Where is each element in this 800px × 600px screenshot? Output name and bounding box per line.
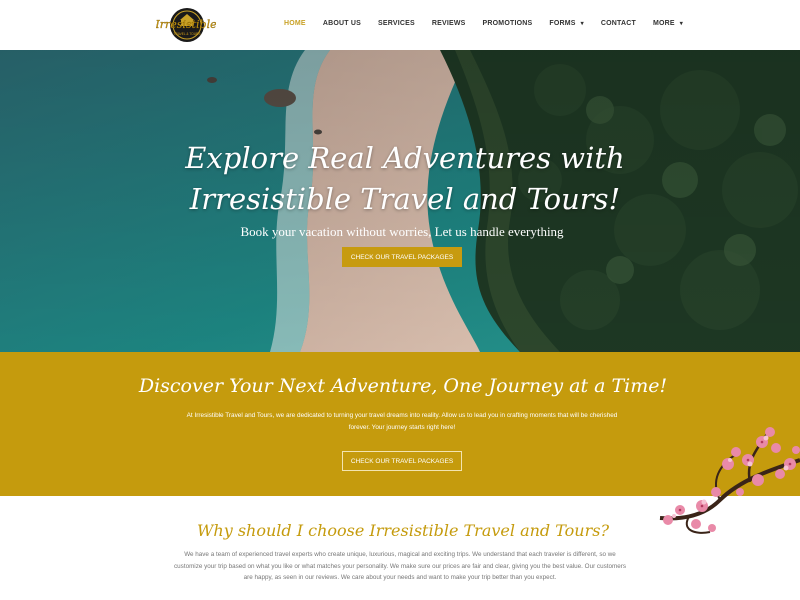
nav-item-label: HOME — [284, 19, 306, 27]
nav-item-label: CONTACT — [600, 19, 636, 27]
nav-item-label: REVIEWS — [431, 19, 466, 27]
nav-item-about-us[interactable]: ABOUT US — [323, 20, 361, 27]
hero-title: Explore Real Adventures with Irresistibl… — [0, 138, 800, 220]
hero-travel-packages-button[interactable]: CHECK OUR TRAVEL PACKAGES — [342, 247, 462, 267]
nav-item-forms[interactable]: FORMS ▾ — [549, 20, 584, 27]
site-header: Irresistible TRAVEL & TOURS HOME ABOUT U… — [0, 0, 800, 50]
nav-item-more[interactable]: MORE ▾ — [653, 20, 683, 27]
nav-item-reviews[interactable]: REVIEWS — [432, 20, 466, 27]
nav-item-home[interactable]: HOME — [284, 20, 306, 27]
caret-down-icon: ▾ — [580, 20, 584, 27]
svg-text:Irresistible: Irresistible — [156, 18, 216, 31]
why-title: Why should I choose Irresistible Travel … — [196, 521, 610, 540]
site-logo[interactable]: Irresistible TRAVEL & TOURS — [154, 6, 217, 44]
nav-item-label: SERVICES — [377, 19, 415, 27]
nav-item-contact[interactable]: CONTACT — [601, 20, 636, 27]
nav-item-label: FORMS — [549, 19, 576, 27]
discover-travel-packages-button[interactable]: CHECK OUR TRAVEL PACKAGES — [342, 451, 462, 471]
nav-item-label: PROMOTIONS — [482, 19, 533, 27]
hero-subtitle: Book your vacation without worries, Let … — [240, 224, 564, 239]
nav-item-services[interactable]: SERVICES — [378, 20, 415, 27]
nav-item-label: ABOUT US — [322, 19, 361, 27]
discover-title: Discover Your Next Adventure, One Journe… — [138, 375, 668, 397]
svg-text:TRAVEL & TOURS: TRAVEL & TOURS — [174, 32, 201, 36]
nav-item-label: MORE — [652, 19, 675, 27]
discover-text: At Irresistible Travel and Tours, we are… — [186, 412, 618, 431]
caret-down-icon: ▾ — [679, 20, 684, 27]
hero-title-line-1: Explore Real Adventures with — [185, 141, 625, 175]
hero-title-line-2: Irresistible Travel and Tours! — [189, 182, 621, 216]
hero-section: Explore Real Adventures with Irresistibl… — [0, 50, 800, 352]
nav-item-promotions[interactable]: PROMOTIONS — [483, 20, 533, 27]
why-text: We have a team of experienced travel exp… — [174, 551, 626, 581]
main-nav: HOME ABOUT US SERVICES REVIEWS PROMOTION… — [284, 0, 700, 46]
logo-emblem-icon: Irresistible TRAVEL & TOURS — [154, 8, 217, 42]
